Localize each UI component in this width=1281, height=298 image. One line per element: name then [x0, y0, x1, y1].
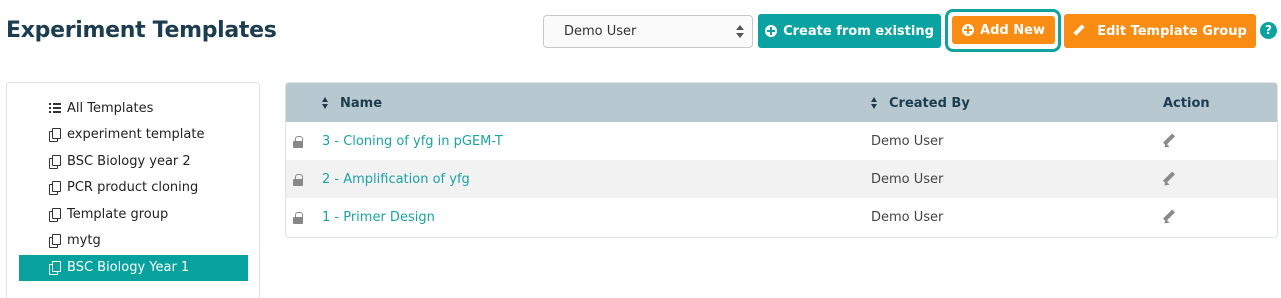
create-from-existing-button[interactable]: Create from existing: [758, 14, 941, 48]
column-header-name[interactable]: Name: [322, 96, 382, 111]
template-name-link[interactable]: 1 - Primer Design: [322, 210, 435, 225]
sidebar-item-label: mytg: [67, 233, 101, 248]
pencil-icon: [1073, 24, 1085, 37]
created-by-cell: Demo User: [871, 172, 944, 187]
help-icon[interactable]: ?: [1260, 22, 1277, 39]
sidebar-item-label: PCR product cloning: [67, 180, 199, 195]
column-header-action: Action: [1163, 96, 1210, 111]
template-name-link[interactable]: 3 - Cloning of yfg in pGEM-T: [322, 134, 503, 149]
table-row: 1 - Primer Design Demo User: [286, 198, 1277, 236]
sidebar-item-template-group[interactable]: Template group: [19, 202, 248, 228]
plus-circle-icon: [962, 24, 975, 36]
sidebar-item-label: experiment template: [67, 127, 205, 142]
sidebar-item-pcr-product-cloning[interactable]: PCR product cloning: [19, 175, 248, 201]
lock-icon: [293, 174, 303, 186]
table-row: 3 - Cloning of yfg in pGEM-T Demo User: [286, 122, 1277, 160]
lock-icon: [293, 212, 303, 224]
copy-icon: [49, 155, 61, 169]
sort-icon: [322, 97, 330, 109]
table-header: Name Created By Action: [286, 83, 1277, 122]
user-select-value: Demo User: [564, 24, 637, 39]
sidebar-item-mytg[interactable]: mytg: [19, 228, 248, 254]
copy-icon: [49, 234, 61, 248]
sidebar-item-label: Template group: [67, 207, 169, 222]
column-header-created-by[interactable]: Created By: [871, 96, 970, 111]
user-select[interactable]: Demo User: [543, 15, 753, 48]
sort-icon: [871, 97, 879, 109]
sidebar-item-label: BSC Biology year 2: [67, 154, 191, 169]
table-row: 2 - Amplification of yfg Demo User: [286, 160, 1277, 198]
copy-icon: [49, 181, 61, 195]
edit-pencil-icon[interactable]: [1162, 210, 1176, 224]
template-group-sidebar: All Templates experiment template BSC Bi…: [6, 82, 260, 298]
copy-icon: [49, 208, 61, 222]
edit-pencil-icon[interactable]: [1162, 172, 1176, 186]
edit-template-group-label: Edit Template Group: [1097, 23, 1247, 39]
sidebar-item-experiment-template[interactable]: experiment template: [19, 122, 248, 148]
created-by-cell: Demo User: [871, 134, 944, 149]
templates-table: Name Created By Action 3 - Cloning of yf…: [285, 82, 1278, 238]
select-arrows-icon: [736, 24, 744, 40]
edit-pencil-icon[interactable]: [1162, 134, 1176, 148]
plus-circle-icon: [765, 25, 778, 37]
sidebar-item-bsc-biology-year-1[interactable]: BSC Biology Year 1: [19, 255, 248, 281]
page-title: Experiment Templates: [6, 18, 277, 43]
add-new-button[interactable]: Add New: [952, 16, 1055, 44]
lock-icon: [293, 136, 303, 148]
sidebar-item-label: All Templates: [67, 101, 154, 116]
sidebar-item-bsc-biology-year-2[interactable]: BSC Biology year 2: [19, 149, 248, 175]
create-from-existing-label: Create from existing: [783, 23, 934, 39]
template-name-link[interactable]: 2 - Amplification of yfg: [322, 172, 470, 187]
add-new-label: Add New: [980, 22, 1045, 38]
created-by-cell: Demo User: [871, 210, 944, 225]
list-icon: [49, 103, 61, 115]
copy-icon: [49, 261, 61, 275]
sidebar-item-all-templates[interactable]: All Templates: [19, 96, 248, 122]
edit-template-group-button[interactable]: Edit Template Group: [1064, 14, 1256, 48]
sidebar-item-label: BSC Biology Year 1: [67, 260, 190, 275]
copy-icon: [49, 128, 61, 142]
